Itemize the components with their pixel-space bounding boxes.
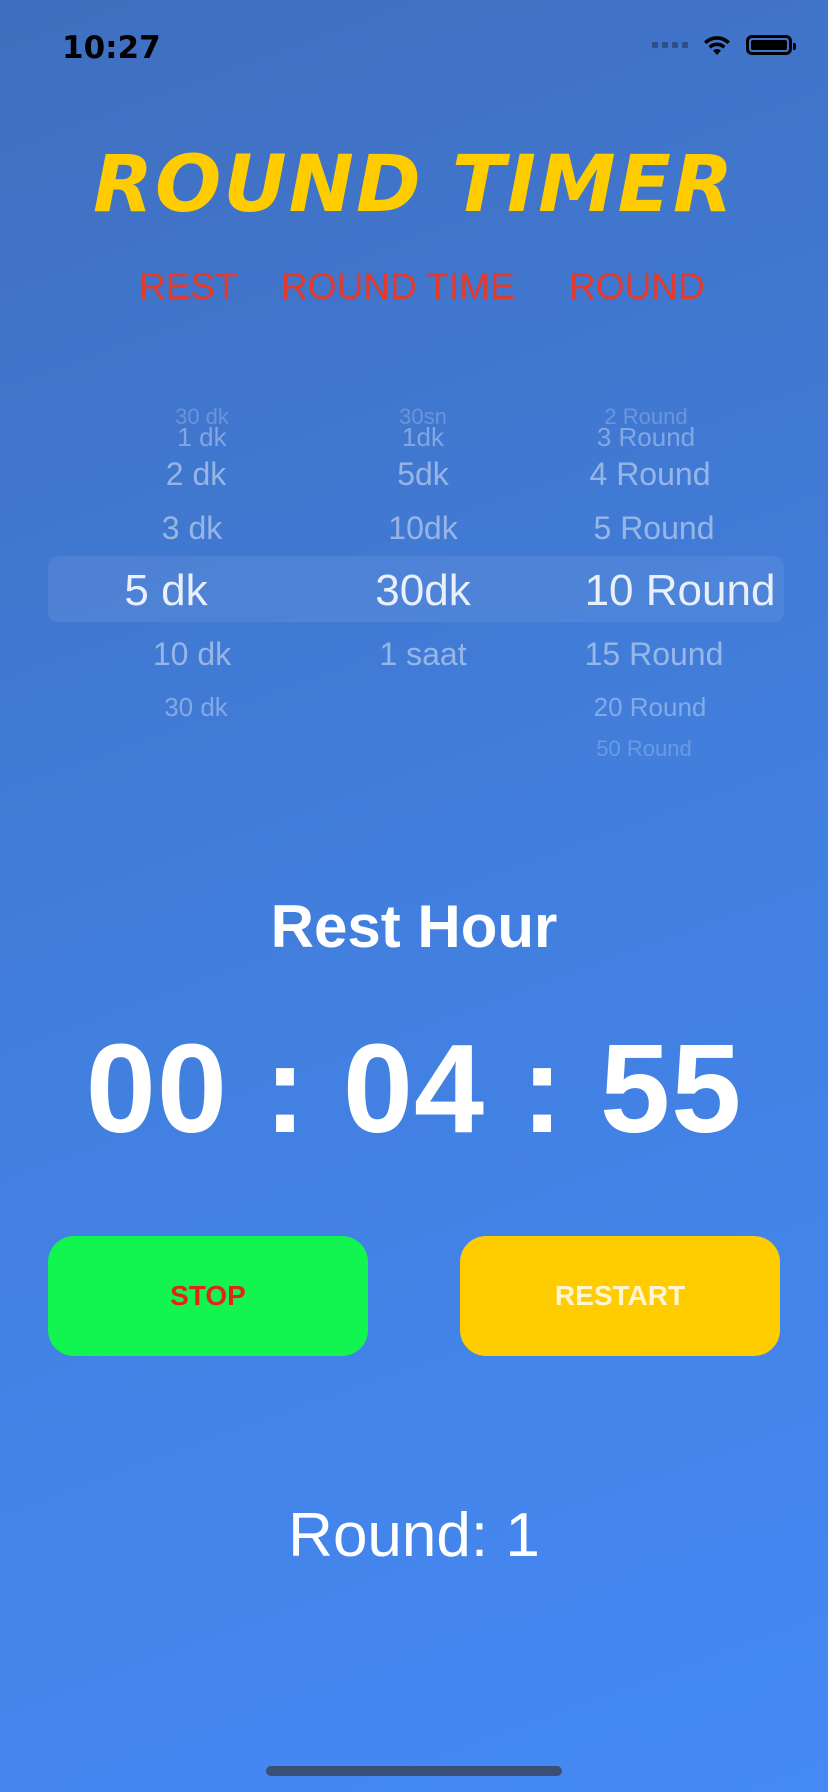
home-indicator[interactable] xyxy=(266,1766,562,1776)
picker-option[interactable]: 5dk xyxy=(397,456,449,493)
round-counter: Round: 1 xyxy=(288,1501,540,1570)
header-round: ROUND xyxy=(569,266,705,307)
wifi-icon xyxy=(704,36,730,55)
picker-option[interactable]: 50 Round xyxy=(596,736,691,762)
restart-button[interactable]: RESTART xyxy=(460,1236,780,1356)
picker-option[interactable]: 4 Round xyxy=(590,456,711,493)
picker-option[interactable]: 3 dk xyxy=(162,510,222,547)
picker-option[interactable]: 30 dk xyxy=(164,692,228,723)
timer-phase-label: Rest Hour xyxy=(270,893,558,960)
picker-option[interactable]: 1 saat xyxy=(379,636,466,673)
countdown-display: 00 : 04 : 55 xyxy=(85,1018,743,1159)
stop-button[interactable]: STOP xyxy=(48,1236,368,1356)
picker-option[interactable]: 15 Round xyxy=(585,636,724,673)
picker-option[interactable]: 20 Round xyxy=(594,692,707,723)
cellular-icon xyxy=(652,42,688,48)
picker-selected-round[interactable]: 10 Round xyxy=(585,566,776,616)
picker-option[interactable]: 1dk xyxy=(402,422,444,453)
app-title: ROUND TIMER xyxy=(92,140,736,230)
picker-option[interactable]: 5 Round xyxy=(594,510,715,547)
picker-selected-round-time[interactable]: 30dk xyxy=(375,566,470,616)
battery-icon xyxy=(746,35,796,55)
picker-option[interactable]: 10 dk xyxy=(153,636,231,673)
header-rest: REST xyxy=(139,266,238,307)
picker-option[interactable]: 3 Round xyxy=(597,422,695,453)
status-time: 10:27 xyxy=(62,30,161,66)
picker-option[interactable]: 1 dk xyxy=(177,422,226,453)
picker-option[interactable]: 10dk xyxy=(388,510,457,547)
picker-selected-rest[interactable]: 5 dk xyxy=(124,566,207,616)
header-round-time: ROUND TIME xyxy=(281,266,515,307)
status-icons xyxy=(652,34,796,56)
picker-option[interactable]: 2 dk xyxy=(166,456,226,493)
